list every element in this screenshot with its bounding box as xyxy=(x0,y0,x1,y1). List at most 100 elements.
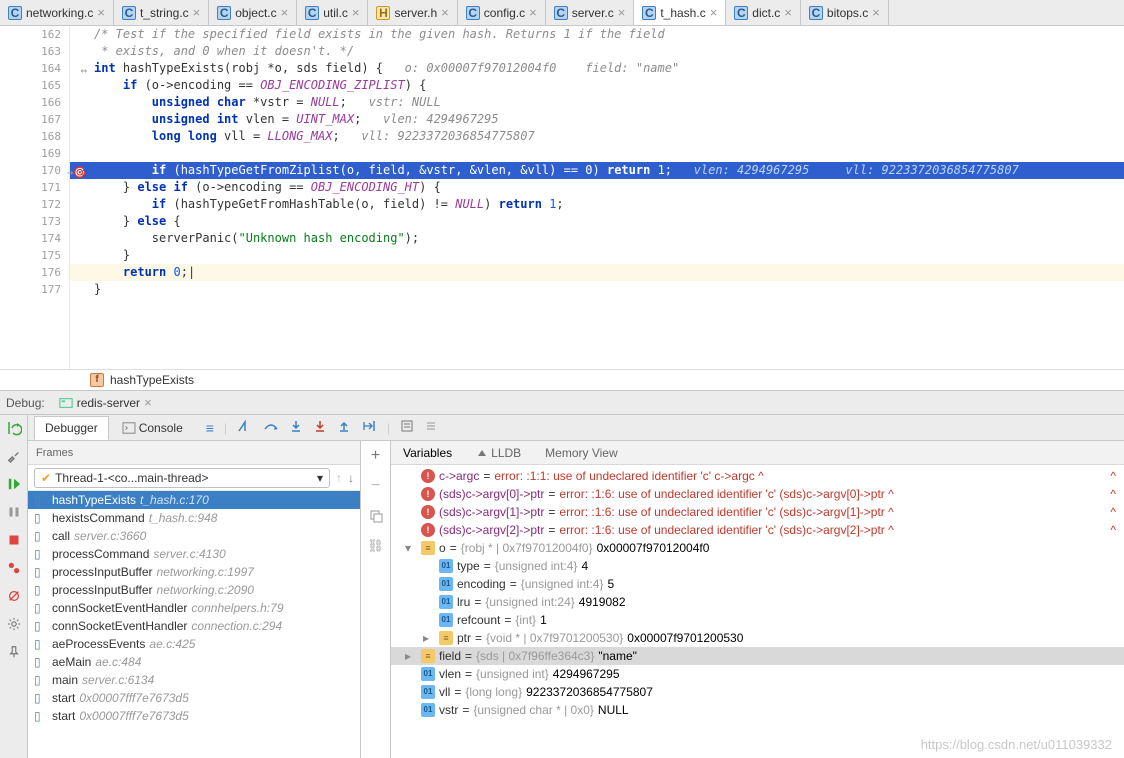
frame-item[interactable]: ▯aeMain ae.c:484 xyxy=(28,653,360,671)
variable-row[interactable]: 01 vlen = {unsigned int} 4294967295 xyxy=(391,665,1124,683)
trace-button[interactable] xyxy=(424,419,438,436)
close-icon[interactable]: × xyxy=(144,395,152,410)
frame-item[interactable]: ▯call server.c:3660 xyxy=(28,527,360,545)
var-type-icon: 01 xyxy=(421,703,435,717)
tab-lldb[interactable]: LLDB xyxy=(464,441,533,464)
step-over-button[interactable] xyxy=(263,419,279,436)
var-type-icon: ! xyxy=(421,487,435,501)
variable-row[interactable]: 01 vll = {long long} 9223372036854775807 xyxy=(391,683,1124,701)
force-step-into-button[interactable] xyxy=(313,419,327,436)
tab-server-c[interactable]: Cserver.c× xyxy=(546,0,635,25)
tab-networking-c[interactable]: Cnetworking.c× xyxy=(0,0,114,25)
variable-row[interactable]: ▸≡ ptr = {void * | 0x7f9701200530} 0x000… xyxy=(391,629,1124,647)
variable-row[interactable]: 01 refcount = {int} 1 xyxy=(391,611,1124,629)
var-type-icon: ≡ xyxy=(421,541,435,555)
pause-button[interactable] xyxy=(5,503,23,521)
variable-row[interactable]: ! (sds)c->argv[0]->ptr = error: :1:6: us… xyxy=(391,485,1124,503)
frame-item[interactable]: ▯processInputBuffer networking.c:2090 xyxy=(28,581,360,599)
close-icon[interactable]: × xyxy=(281,5,289,20)
var-type-icon: 01 xyxy=(421,685,435,699)
tab-t_hash-c[interactable]: Ct_hash.c× xyxy=(634,0,726,25)
c-file-icon: C xyxy=(8,6,22,20)
tab-object-c[interactable]: Cobject.c× xyxy=(209,0,297,25)
variable-row[interactable]: 01 vstr = {unsigned char * | 0x0} NULL xyxy=(391,701,1124,719)
tab-variables[interactable]: Variables xyxy=(391,441,464,464)
run-to-cursor-button[interactable] xyxy=(361,419,377,436)
tab-debugger[interactable]: Debugger xyxy=(34,416,109,440)
frame-item[interactable]: ▯main server.c:6134 xyxy=(28,671,360,689)
variables-panel: Variables LLDB Memory View ! c->argc = e… xyxy=(391,441,1124,758)
next-frame-button[interactable]: ↓ xyxy=(348,471,354,485)
close-icon[interactable]: × xyxy=(441,5,449,20)
debug-header: Debug: redis-server × xyxy=(0,391,1124,415)
frame-item[interactable]: ▯processInputBuffer networking.c:1997 xyxy=(28,563,360,581)
var-type-icon: ≡ xyxy=(439,631,453,645)
frame-item[interactable]: ▯processCommand server.c:4130 xyxy=(28,545,360,563)
close-icon[interactable]: × xyxy=(872,5,880,20)
tab-memory-view[interactable]: Memory View xyxy=(533,441,629,464)
close-icon[interactable]: × xyxy=(352,5,360,20)
tab-config-c[interactable]: Cconfig.c× xyxy=(458,0,546,25)
gear-icon[interactable] xyxy=(5,615,23,633)
close-icon[interactable]: × xyxy=(710,5,718,20)
stop-button[interactable] xyxy=(5,531,23,549)
evaluate-button[interactable] xyxy=(400,419,414,436)
rerun-button[interactable] xyxy=(5,419,23,437)
frame-item[interactable]: ▯hashTypeExists t_hash.c:170 xyxy=(28,491,360,509)
copy-button[interactable] xyxy=(367,507,385,525)
remove-watch-button[interactable]: − xyxy=(367,477,385,495)
frame-item[interactable]: ▯hexistsCommand t_hash.c:948 xyxy=(28,509,360,527)
stack-frame-icon: ▯ xyxy=(34,511,48,525)
variable-row[interactable]: 01 encoding = {unsigned int:4} 5 xyxy=(391,575,1124,593)
variable-row[interactable]: 01 lru = {unsigned int:24} 4919082 xyxy=(391,593,1124,611)
file-tabs: Cnetworking.c×Ct_string.c×Cobject.c×Cuti… xyxy=(0,0,1124,26)
variable-row[interactable]: ▸≡ field = {sds | 0x7f96ffe364c3} "name" xyxy=(391,647,1124,665)
frame-item[interactable]: ▯connSocketEventHandler connection.c:294 xyxy=(28,617,360,635)
chevron-down-icon[interactable]: ▾ xyxy=(405,541,417,555)
link-icon[interactable]: ⛓ xyxy=(367,537,385,555)
frame-item[interactable]: ▯start 0x00007fff7e7673d5 xyxy=(28,689,360,707)
stack-frame-icon: ▯ xyxy=(34,583,48,597)
chevron-down-icon: ▾ xyxy=(317,471,323,485)
debug-target-tab[interactable]: redis-server × xyxy=(53,393,158,412)
chevron-right-icon[interactable]: ▸ xyxy=(423,631,435,645)
show-execution-point-button[interactable] xyxy=(237,419,253,436)
settings-button[interactable] xyxy=(5,447,23,465)
add-watch-button[interactable]: + xyxy=(367,447,385,465)
tab-bitops-c[interactable]: Cbitops.c× xyxy=(801,0,889,25)
variable-row[interactable]: ! (sds)c->argv[2]->ptr = error: :1:6: us… xyxy=(391,521,1124,539)
tab-console[interactable]: Console xyxy=(111,416,194,440)
variable-row[interactable]: 01 type = {unsigned int:4} 4 xyxy=(391,557,1124,575)
frame-item[interactable]: ▯start 0x00007fff7e7673d5 xyxy=(28,707,360,725)
tab-server-h[interactable]: Hserver.h× xyxy=(368,0,457,25)
var-type-icon: ! xyxy=(421,469,435,483)
frame-item[interactable]: ▯connSocketEventHandler connhelpers.h:79 xyxy=(28,599,360,617)
close-icon[interactable]: × xyxy=(97,5,105,20)
thread-selector[interactable]: ✔ Thread-1-<co...main-thread> ▾ xyxy=(34,468,330,488)
prev-frame-button[interactable]: ↑ xyxy=(336,471,342,485)
close-icon[interactable]: × xyxy=(529,5,537,20)
close-icon[interactable]: × xyxy=(193,5,201,20)
chevron-right-icon[interactable]: ▸ xyxy=(405,649,417,663)
step-into-button[interactable] xyxy=(289,419,303,436)
tab-dict-c[interactable]: Cdict.c× xyxy=(726,0,801,25)
variable-row[interactable]: ▾≡ o = {robj * | 0x7f97012004f0} 0x00007… xyxy=(391,539,1124,557)
frame-item[interactable]: ▯aeProcessEvents ae.c:425 xyxy=(28,635,360,653)
threads-icon[interactable]: ≡ xyxy=(206,420,214,436)
pin-button[interactable] xyxy=(5,643,23,661)
variable-row[interactable]: ! c->argc = error: :1:1: use of undeclar… xyxy=(391,467,1124,485)
tab-util-c[interactable]: Cutil.c× xyxy=(297,0,368,25)
variable-row[interactable]: ! (sds)c->argv[1]->ptr = error: :1:6: us… xyxy=(391,503,1124,521)
tab-t_string-c[interactable]: Ct_string.c× xyxy=(114,0,209,25)
breadcrumb[interactable]: f hashTypeExists xyxy=(0,369,1124,391)
close-icon[interactable]: × xyxy=(784,5,792,20)
debug-tabs: Debugger Console ≡ | | xyxy=(28,415,1124,441)
step-out-button[interactable] xyxy=(337,419,351,436)
c-file-icon: C xyxy=(809,6,823,20)
close-icon[interactable]: × xyxy=(618,5,626,20)
resume-button[interactable] xyxy=(5,475,23,493)
code-pane[interactable]: /* Test if the specified field exists in… xyxy=(70,26,1124,369)
mute-breakpoints-button[interactable] xyxy=(5,587,23,605)
stack-frame-icon: ▯ xyxy=(34,673,48,687)
view-breakpoints-button[interactable] xyxy=(5,559,23,577)
